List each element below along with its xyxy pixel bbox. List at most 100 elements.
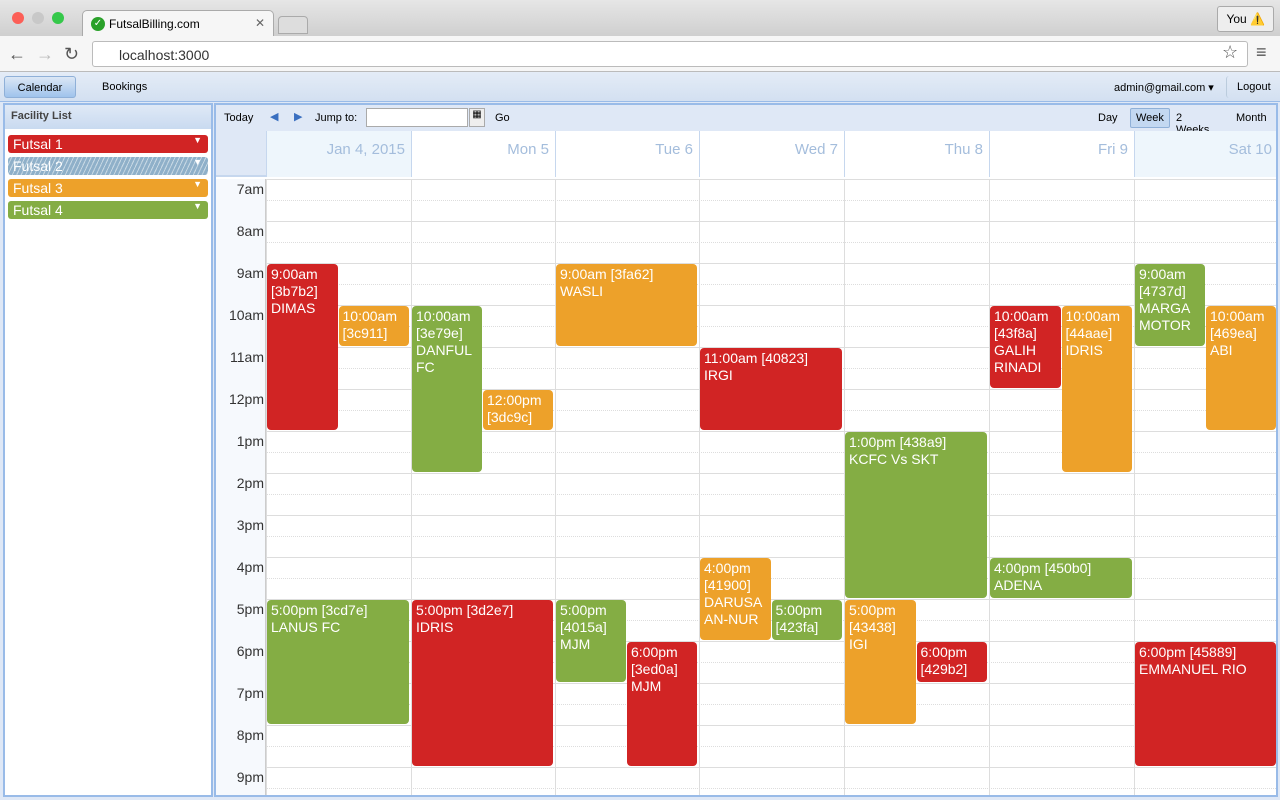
close-window-icon[interactable]: [12, 12, 24, 24]
new-tab-button[interactable]: [278, 16, 308, 34]
booking-event[interactable]: 10:00am [43f8a] GALIH RINADI: [990, 306, 1061, 388]
booking-event[interactable]: 5:00pm [3cd7e] LANUS FC: [267, 600, 409, 724]
bookings-nav-button[interactable]: Bookings: [92, 76, 157, 98]
address-bar-row: ← → ↻ localhost:3000 ☆ ≡: [0, 36, 1280, 72]
hour-label: 10am: [228, 307, 264, 323]
facility-item[interactable]: Futsal 1 ▼: [8, 135, 208, 153]
hour-label: 9pm: [236, 769, 264, 785]
hour-line: [266, 767, 1276, 768]
half-hour-line: [266, 536, 1276, 537]
hour-label: 3pm: [236, 517, 264, 533]
booking-event[interactable]: 5:00pm [423fa]: [771, 600, 842, 640]
hour-label: 6pm: [236, 643, 264, 659]
booking-event[interactable]: 10:00am [469ea] ABI: [1206, 306, 1276, 430]
calendar-toolbar: Today ◀ ▶ Jump to: ▦ Go Day Week 2 Weeks Mo…: [216, 105, 1276, 136]
booking-event[interactable]: 5:00pm [3d2e7] IDRIS: [412, 600, 553, 766]
booking-event[interactable]: 10:00am [3c911]: [338, 306, 409, 346]
logout-button[interactable]: Logout: [1226, 76, 1280, 98]
booking-event[interactable]: 10:00am [3e79e] DANFUL FC: [412, 306, 482, 472]
bookmark-star-icon[interactable]: ☆: [1222, 42, 1238, 63]
day-column[interactable]: [699, 179, 700, 795]
calendar-nav-button[interactable]: Calendar: [4, 76, 76, 98]
menu-icon[interactable]: ≡: [1256, 42, 1267, 63]
hour-label: 1pm: [236, 433, 264, 449]
go-button[interactable]: Go: [495, 112, 510, 124]
facility-item[interactable]: Futsal 2 ▼: [8, 157, 208, 175]
jump-to-date-input[interactable]: [366, 108, 468, 127]
hour-label: 7am: [236, 181, 264, 197]
hour-label: 4pm: [236, 559, 264, 575]
view-day-button[interactable]: Day: [1098, 112, 1118, 124]
half-hour-line: [266, 284, 1276, 285]
booking-event[interactable]: 5:00pm [4015a] MJM: [556, 600, 626, 682]
booking-event[interactable]: 9:00am [4737d] MARGA MOTOR: [1135, 264, 1205, 346]
dropdown-arrow-icon[interactable]: ▼: [193, 157, 202, 167]
booking-event[interactable]: 12:00pm [3dc9c]: [483, 390, 553, 430]
week-grid: 7am 8am 9am 10am 11am 12pm 1pm 2pm 3pm 4pm 5pm 6pm 7…: [216, 179, 1276, 795]
hour-label: 12pm: [228, 391, 264, 407]
booking-event[interactable]: 5:00pm [43438] IGI: [845, 600, 916, 724]
app-navbar: Calendar Bookings admin@gmail.com ▾ Logo…: [0, 72, 1280, 102]
dropdown-arrow-icon[interactable]: ▼: [193, 135, 202, 145]
user-menu[interactable]: admin@gmail.com ▾: [1104, 76, 1224, 98]
day-header: Thu 8: [844, 131, 989, 177]
booking-event[interactable]: 4:00pm [450b0] ADENA: [990, 558, 1132, 598]
booking-event[interactable]: 6:00pm [45889] EMMANUEL RIO: [1135, 642, 1276, 766]
hour-line: [266, 263, 1276, 264]
day-header: Tue 6: [555, 131, 699, 177]
day-header: Wed 7: [699, 131, 844, 177]
hour-label: 8am: [236, 223, 264, 239]
booking-event[interactable]: 6:00pm [429b2]: [916, 642, 987, 682]
prev-icon[interactable]: ◀: [270, 110, 278, 123]
booking-event[interactable]: 4:00pm [41900] DARUSA AN-NUR: [700, 558, 771, 640]
booking-event[interactable]: 11:00am [40823] IRGI: [700, 348, 842, 430]
jump-to-label: Jump to:: [315, 112, 358, 124]
hour-label: 9am: [236, 265, 264, 281]
booking-event[interactable]: 9:00am [3b7b2] DIMAS: [267, 264, 338, 430]
hour-label: 11am: [230, 349, 264, 365]
browser-tabstrip: ✓ FutsalBilling.com ✕ You ⚠️: [0, 0, 1280, 36]
next-icon[interactable]: ▶: [294, 110, 302, 123]
browser-tab[interactable]: ✓ FutsalBilling.com ✕: [82, 10, 274, 36]
booking-event[interactable]: 1:00pm [438a9] KCFC Vs SKT: [845, 432, 987, 598]
hour-line: [266, 179, 1276, 180]
booking-event[interactable]: 6:00pm [3ed0a] MJM: [627, 642, 697, 766]
facility-name: Futsal 4: [13, 202, 63, 218]
day-header-row: Jan 4, 2015 Mon 5 Tue 6 Wed 7 Thu 8 Fri 9 Sat …: [216, 131, 1276, 177]
url-input[interactable]: localhost:3000: [92, 41, 1248, 67]
facility-name: Futsal 2: [13, 158, 63, 174]
profile-button[interactable]: You ⚠️: [1217, 6, 1274, 32]
view-week-button[interactable]: Week: [1130, 108, 1170, 128]
day-column[interactable]: [989, 179, 990, 795]
dropdown-arrow-icon[interactable]: ▼: [193, 201, 202, 211]
calendar-picker-icon[interactable]: ▦: [469, 108, 485, 127]
hour-line: [266, 473, 1276, 474]
today-button[interactable]: Today: [224, 112, 253, 124]
day-header: Jan 4, 2015: [266, 131, 411, 177]
booking-event[interactable]: 10:00am [44aae] IDRIS: [1061, 306, 1132, 472]
half-hour-line: [266, 242, 1276, 243]
reload-icon[interactable]: ↻: [64, 44, 79, 65]
dropdown-arrow-icon[interactable]: ▼: [193, 179, 202, 189]
facility-name: Futsal 3: [13, 180, 63, 196]
hour-line: [266, 515, 1276, 516]
back-icon[interactable]: ←: [8, 44, 26, 65]
hour-label: 5pm: [236, 601, 264, 617]
booking-event[interactable]: 9:00am [3fa62] WASLI: [556, 264, 697, 346]
tab-title: FutsalBilling.com: [109, 17, 200, 31]
facility-item[interactable]: Futsal 3 ▼: [8, 179, 208, 197]
day-header: Fri 9: [989, 131, 1134, 177]
close-tab-icon[interactable]: ✕: [255, 16, 265, 30]
hour-label: 8pm: [236, 727, 264, 743]
half-hour-line: [266, 494, 1276, 495]
sidebar-title: Facility List: [5, 105, 211, 129]
facility-name: Futsal 1: [13, 136, 63, 152]
view-month-button[interactable]: Month: [1236, 112, 1267, 124]
calendar-panel: Today ◀ ▶ Jump to: ▦ Go Day Week 2 Weeks Mo…: [214, 103, 1278, 797]
maximize-window-icon[interactable]: [52, 12, 64, 24]
forward-icon[interactable]: →: [36, 44, 54, 65]
day-header: Sat 10: [1134, 131, 1276, 177]
half-hour-line: [266, 200, 1276, 201]
facility-item[interactable]: Futsal 4 ▼: [8, 201, 208, 219]
minimize-window-icon[interactable]: [32, 12, 44, 24]
